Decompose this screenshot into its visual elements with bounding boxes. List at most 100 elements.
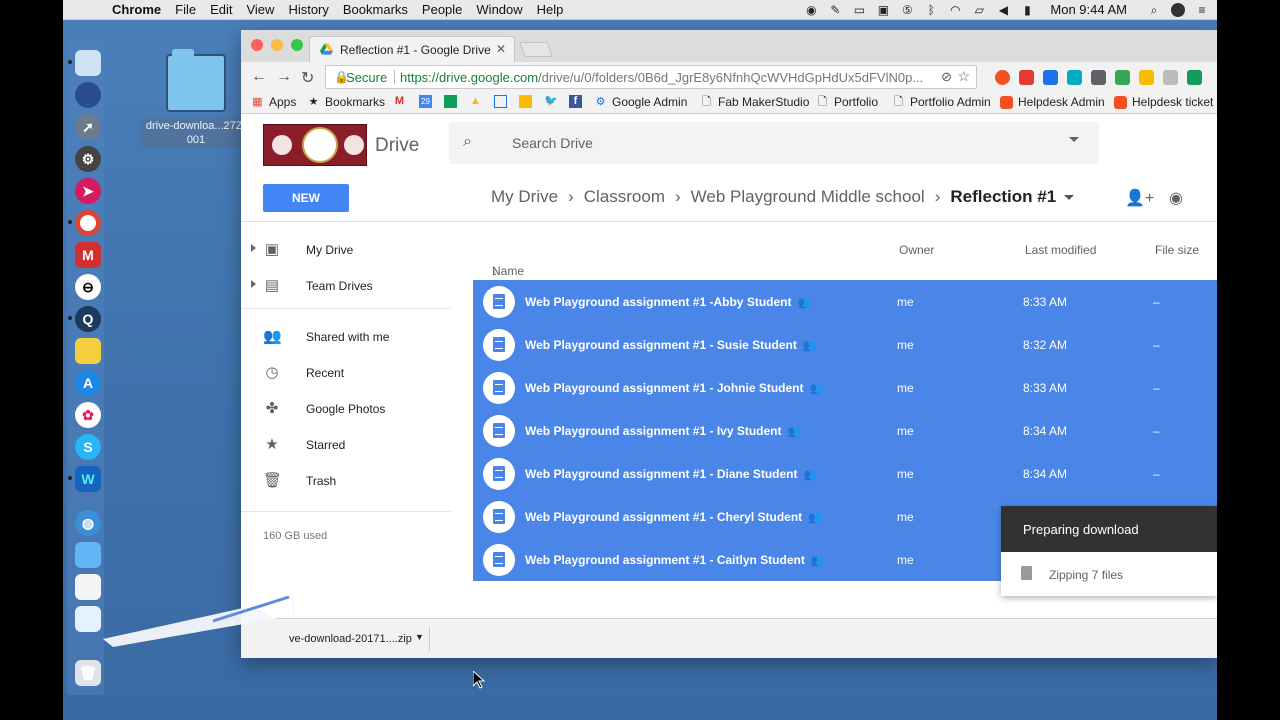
airplay-icon[interactable]: ▱: [972, 3, 986, 17]
menu-bookmarks[interactable]: Bookmarks: [343, 2, 408, 17]
user-icon[interactable]: [1171, 2, 1185, 17]
bookmark-calendar[interactable]: 29: [419, 95, 432, 108]
menu-window[interactable]: Window: [476, 2, 522, 17]
trash-icon[interactable]: 🗑: [75, 660, 101, 686]
column-header-size[interactable]: File size: [1155, 243, 1199, 257]
new-tab-button[interactable]: [519, 42, 553, 57]
bookmark-portfolio-admin[interactable]: 🗋 Portfolio Admin: [892, 95, 991, 109]
sidebar-item-photos[interactable]: ✤ Google Photos: [241, 391, 473, 427]
app-w-icon[interactable]: W: [75, 466, 101, 492]
drive-title[interactable]: Drive: [375, 135, 419, 157]
menu-view[interactable]: View: [246, 2, 274, 17]
breadcrumb-my-drive[interactable]: My Drive: [491, 187, 558, 207]
system-preferences-icon[interactable]: ⚙: [75, 146, 101, 172]
extension-red-icon[interactable]: [1019, 70, 1034, 85]
breadcrumb-current-folder[interactable]: Reflection #1: [950, 187, 1056, 207]
school-logo[interactable]: [263, 124, 367, 166]
bookmark-apps[interactable]: ▦ Apps: [251, 95, 296, 109]
table-row[interactable]: Web Playground assignment #1 - Ivy Stude…: [473, 409, 1217, 452]
bookmark-drive[interactable]: ▲: [469, 95, 482, 108]
menu-history[interactable]: History: [288, 2, 328, 17]
view-details-eye-icon[interactable]: ◉: [1169, 188, 1183, 208]
sidebar-item-recent[interactable]: ◷ Recent: [241, 355, 473, 391]
app-pink-icon[interactable]: ➤: [75, 178, 101, 204]
table-row[interactable]: Web Playground assignment #1 - Susie Stu…: [473, 323, 1217, 366]
bookmark-twitter[interactable]: 🐦: [544, 95, 558, 108]
search-input[interactable]: Search Drive: [512, 135, 593, 151]
record-icon[interactable]: ◉: [804, 3, 818, 17]
chrome-document-icon[interactable]: [75, 606, 101, 632]
quicktime-icon[interactable]: Q: [75, 306, 101, 332]
tab-close-icon[interactable]: ✕: [496, 42, 506, 56]
share-person-add-icon[interactable]: 👤+: [1125, 188, 1154, 208]
bookmark-gmail[interactable]: M: [393, 95, 406, 108]
back-arrow-icon[interactable]: ←: [251, 68, 267, 86]
bookmark-keep[interactable]: [519, 95, 532, 108]
reader-icon[interactable]: ▣: [876, 3, 890, 17]
number-5-icon[interactable]: ⑤: [900, 3, 914, 17]
breadcrumb-web-playground[interactable]: Web Playground Middle school: [691, 187, 925, 207]
extension-classroom-icon[interactable]: [1115, 70, 1130, 85]
close-window-button[interactable]: [251, 39, 263, 51]
menu-chrome[interactable]: Chrome: [112, 2, 161, 17]
document-icon[interactable]: [75, 574, 101, 600]
extension-orange-icon[interactable]: [995, 70, 1010, 85]
reload-icon[interactable]: ↻: [301, 68, 314, 88]
chrome-icon[interactable]: [75, 210, 101, 236]
table-row[interactable]: Web Playground assignment #1 - Johnie St…: [473, 366, 1217, 409]
chevron-down-icon[interactable]: ▼: [415, 632, 424, 642]
address-bar[interactable]: 🔒 Secure https://drive.google.com/drive/…: [325, 65, 977, 89]
notes-icon[interactable]: [75, 338, 101, 364]
extension-drive-icon[interactable]: [1139, 70, 1154, 85]
zoom-window-button[interactable]: [291, 39, 303, 51]
app-red-icon[interactable]: M: [75, 242, 101, 268]
photos-icon[interactable]: ✿: [75, 402, 101, 428]
bookmark-bookmarks[interactable]: ★ Bookmarks: [307, 95, 385, 109]
table-row[interactable]: Web Playground assignment #1 - Diane Stu…: [473, 452, 1217, 495]
bookmark-facebook[interactable]: f: [569, 95, 582, 108]
extension-screencast-icon[interactable]: [1091, 70, 1106, 85]
column-header-owner[interactable]: Owner: [899, 243, 934, 257]
minimize-window-button[interactable]: [271, 39, 283, 51]
sort-arrow-icon[interactable]: ↓: [492, 264, 498, 278]
url-text[interactable]: https://drive.google.com/drive/u/0/folde…: [400, 70, 940, 85]
bookmark-star-icon[interactable]: ☆: [957, 68, 970, 85]
column-header-modified[interactable]: Last modified: [1025, 243, 1096, 257]
search-options-dropdown-icon[interactable]: [1069, 137, 1079, 142]
bookmark-classroom[interactable]: [444, 95, 457, 108]
wifi-icon[interactable]: ◠: [948, 3, 962, 17]
globe-icon[interactable]: ◍: [75, 510, 101, 536]
sidebar-item-trash[interactable]: 🗑 Trash: [241, 463, 473, 499]
search-bar[interactable]: ⌕ Search Drive: [449, 122, 1099, 164]
sidebar-item-shared[interactable]: 👥 Shared with me: [241, 319, 473, 355]
bookmark-google-admin[interactable]: ⚙ Google Admin: [594, 95, 688, 109]
menu-people[interactable]: People: [422, 2, 462, 17]
breadcrumb-classroom[interactable]: Classroom: [584, 187, 665, 207]
new-button[interactable]: NEW: [263, 184, 349, 212]
table-row[interactable]: Web Playground assignment #1 -Abby Stude…: [473, 280, 1217, 323]
screen-icon[interactable]: ▭: [852, 3, 866, 17]
bookmark-layout[interactable]: [494, 95, 507, 108]
bluetooth-icon[interactable]: ᛒ: [924, 3, 938, 17]
bookmark-helpdesk-admin[interactable]: Helpdesk Admin: [1000, 95, 1105, 109]
extension-d-icon[interactable]: [1067, 70, 1082, 85]
volume-icon[interactable]: ◀: [996, 3, 1010, 17]
siri-icon[interactable]: [75, 82, 101, 108]
app-s-icon[interactable]: S: [75, 434, 101, 460]
extension-v-icon[interactable]: [1043, 70, 1058, 85]
bookmark-helpdesk-ticket[interactable]: Helpdesk ticket: [1114, 95, 1213, 109]
sidebar-item-starred[interactable]: ★ Starred: [241, 427, 473, 463]
camera-blocked-icon[interactable]: ⊘: [941, 69, 952, 85]
expand-arrow-icon[interactable]: [251, 280, 256, 288]
pen-icon[interactable]: ✎: [828, 3, 842, 17]
finder-icon[interactable]: [75, 50, 101, 76]
bookmark-fab-makerstudio[interactable]: 🗋 Fab MakerStudio: [700, 95, 809, 109]
launchpad-icon[interactable]: ➚: [75, 114, 101, 140]
expand-arrow-icon[interactable]: [251, 244, 256, 252]
extension-sheets-icon[interactable]: [1187, 70, 1202, 85]
clock[interactable]: Mon 9:44 AM: [1050, 2, 1127, 17]
tab-reflection[interactable]: Reflection #1 - Google Drive ✕: [309, 36, 515, 62]
storage-usage[interactable]: 160 GB used: [263, 530, 327, 542]
app-minus-icon[interactable]: ⊖: [75, 274, 101, 300]
menu-help[interactable]: Help: [537, 2, 564, 17]
